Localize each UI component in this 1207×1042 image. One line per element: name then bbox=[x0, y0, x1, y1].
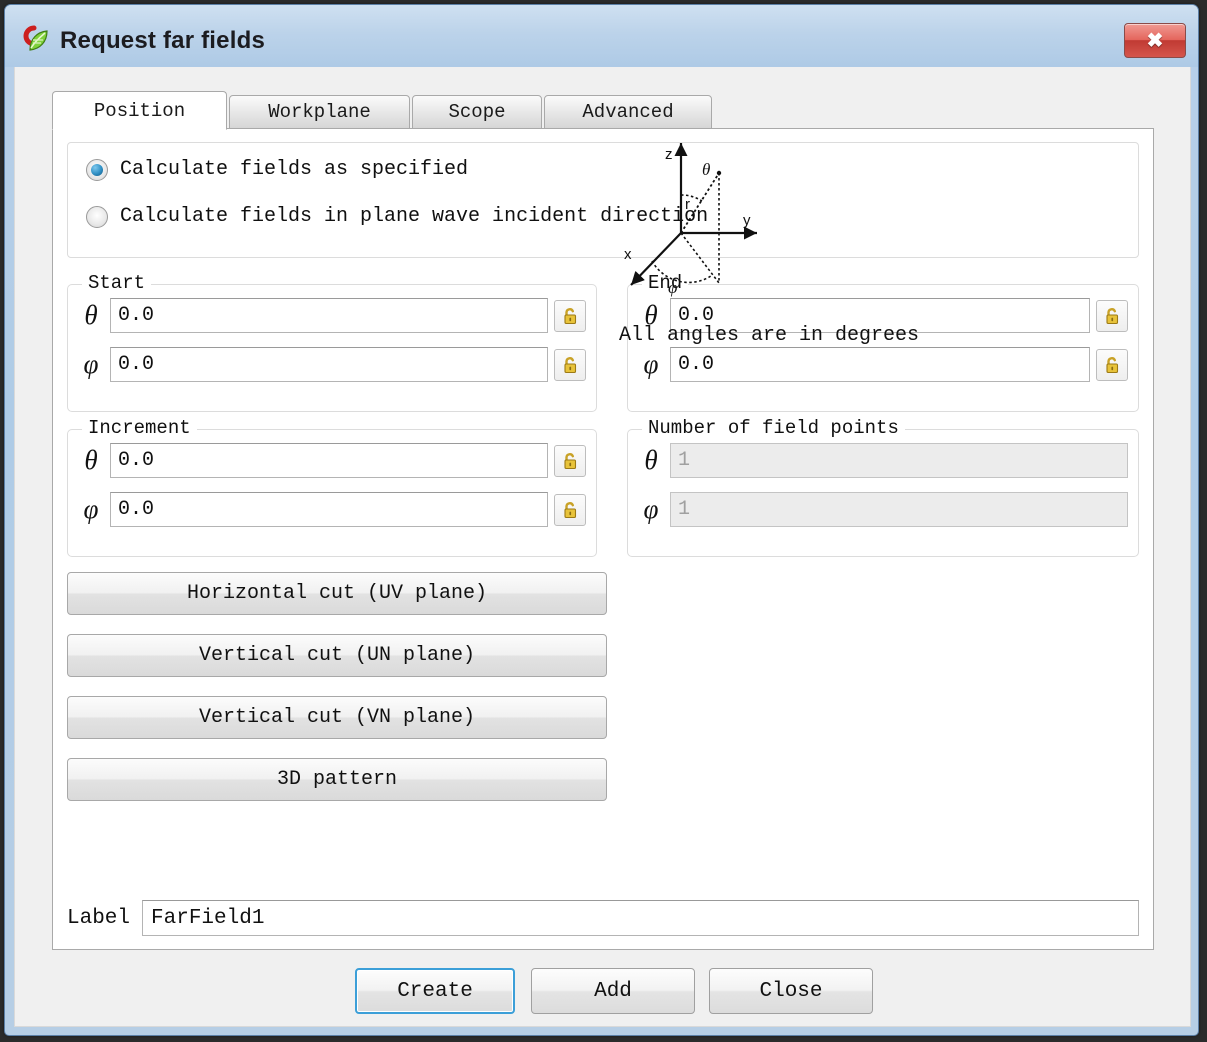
tab-workplane[interactable]: Workplane bbox=[229, 95, 410, 129]
app-leaf-icon bbox=[21, 25, 51, 55]
create-button[interactable]: Create bbox=[355, 968, 515, 1014]
increment-theta-input[interactable]: 0.0 bbox=[110, 443, 548, 478]
button-label: Horizontal cut (UV plane) bbox=[186, 582, 488, 605]
button-3d-pattern[interactable]: 3D pattern bbox=[67, 758, 607, 801]
group-start: Start θ 0.0 φ 0.0 bbox=[67, 272, 597, 412]
dialog-footer: Create Add Close bbox=[15, 962, 1192, 1024]
tab-label: Workplane bbox=[268, 101, 371, 123]
button-label: 3D pattern bbox=[276, 768, 398, 791]
group-increment: Increment θ 0.0 φ 0.0 bbox=[67, 417, 597, 557]
tab-page-position: Calculate fields as specified Calculate … bbox=[52, 128, 1154, 950]
end-phi-input[interactable]: 0.0 bbox=[670, 347, 1090, 382]
button-label: Add bbox=[594, 979, 632, 1003]
unlocked-padlock-icon[interactable] bbox=[554, 348, 586, 381]
close-dialog-button[interactable]: Close bbox=[709, 968, 873, 1014]
theta-label: θ bbox=[702, 160, 710, 179]
points-theta-row: θ 1 bbox=[638, 443, 1128, 478]
increment-phi-row: φ 0.0 bbox=[78, 492, 586, 527]
radio-icon-unselected bbox=[86, 205, 108, 228]
radio-option-as-specified[interactable]: Calculate fields as specified bbox=[86, 158, 468, 181]
points-phi-input: 1 bbox=[670, 492, 1128, 527]
phi-symbol: φ bbox=[83, 349, 99, 379]
tab-label: Advanced bbox=[582, 101, 674, 123]
unlocked-padlock-icon[interactable] bbox=[1096, 299, 1128, 332]
dialog-window: Request far fields ✖ Position Workplane Sc… bbox=[4, 4, 1199, 1036]
start-theta-row: θ 0.0 bbox=[78, 298, 586, 333]
tab-label: Scope bbox=[448, 101, 506, 123]
label-row: Label FarField1 bbox=[67, 899, 1139, 937]
group-end: End θ 0.0 φ 0.0 bbox=[627, 272, 1139, 412]
radio-icon-selected bbox=[86, 158, 108, 181]
calculation-mode-panel: Calculate fields as specified Calculate … bbox=[67, 142, 1139, 258]
button-vertical-cut-vn[interactable]: Vertical cut (VN plane) bbox=[67, 696, 607, 739]
phi-symbol: φ bbox=[643, 349, 659, 379]
window-title: Request far fields bbox=[60, 27, 265, 54]
end-phi-row: φ 0.0 bbox=[638, 347, 1128, 382]
unlocked-padlock-icon[interactable] bbox=[1096, 348, 1128, 381]
axis-label-x: x bbox=[624, 246, 632, 263]
add-button[interactable]: Add bbox=[531, 968, 695, 1014]
theta-symbol: θ bbox=[84, 445, 98, 475]
phi-symbol: φ bbox=[83, 494, 99, 524]
close-button[interactable]: ✖ bbox=[1124, 23, 1186, 58]
button-label: Vertical cut (UN plane) bbox=[198, 644, 476, 667]
points-phi-row: φ 1 bbox=[638, 492, 1128, 527]
radio-option-plane-wave[interactable]: Calculate fields in plane wave incident … bbox=[86, 205, 708, 228]
button-vertical-cut-un[interactable]: Vertical cut (UN plane) bbox=[67, 634, 607, 677]
theta-symbol: θ bbox=[84, 300, 98, 330]
button-label: Create bbox=[397, 979, 473, 1003]
increment-theta-row: θ 0.0 bbox=[78, 443, 586, 478]
increment-phi-input[interactable]: 0.0 bbox=[110, 492, 548, 527]
close-icon: ✖ bbox=[1146, 29, 1164, 52]
unlocked-padlock-icon[interactable] bbox=[554, 493, 586, 526]
theta-symbol: θ bbox=[644, 445, 658, 475]
unlocked-padlock-icon[interactable] bbox=[554, 444, 586, 477]
label-input[interactable]: FarField1 bbox=[142, 900, 1139, 936]
start-phi-input[interactable]: 0.0 bbox=[110, 347, 548, 382]
button-label: Close bbox=[759, 979, 823, 1003]
label-caption: Label bbox=[67, 906, 131, 930]
points-theta-input: 1 bbox=[670, 443, 1128, 478]
tab-position[interactable]: Position bbox=[52, 91, 227, 130]
start-phi-row: φ 0.0 bbox=[78, 347, 586, 382]
group-increment-legend: Increment bbox=[82, 417, 197, 439]
degrees-note: All angles are in degrees bbox=[619, 324, 920, 347]
spherical-coordinates-diagram: z y x r θ φ bbox=[619, 133, 769, 303]
tab-advanced[interactable]: Advanced bbox=[544, 95, 712, 129]
radio-option-label: Calculate fields as specified bbox=[120, 158, 469, 181]
axis-label-z: z bbox=[665, 146, 673, 163]
tab-strip: Position Workplane Scope Advanced bbox=[52, 91, 1152, 130]
phi-symbol: φ bbox=[643, 494, 659, 524]
phi-label: φ bbox=[668, 278, 677, 297]
tab-scope[interactable]: Scope bbox=[412, 95, 542, 129]
axis-label-y: y bbox=[743, 212, 751, 229]
group-start-legend: Start bbox=[82, 272, 152, 294]
button-horizontal-cut-uv[interactable]: Horizontal cut (UV plane) bbox=[67, 572, 607, 615]
group-number-of-field-points: Number of field points θ 1 φ 1 bbox=[627, 417, 1139, 557]
start-theta-input[interactable]: 0.0 bbox=[110, 298, 548, 333]
tab-label: Position bbox=[93, 99, 186, 122]
group-points-legend: Number of field points bbox=[642, 417, 905, 439]
button-label: Vertical cut (VN plane) bbox=[198, 706, 476, 729]
radius-label: r bbox=[685, 196, 690, 213]
title-bar[interactable]: Request far fields ✖ bbox=[5, 5, 1198, 67]
unlocked-padlock-icon[interactable] bbox=[554, 299, 586, 332]
dialog-body: Position Workplane Scope Advanced Calculate… bbox=[14, 67, 1191, 1027]
